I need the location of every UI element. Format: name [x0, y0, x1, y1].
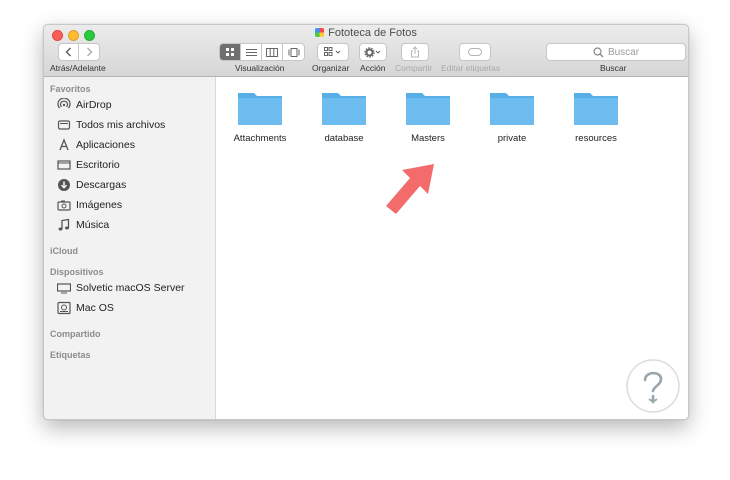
music-icon: [57, 218, 71, 232]
pictures-icon: [57, 198, 71, 212]
sidebar-item-downloads[interactable]: Descargas: [57, 177, 126, 193]
finder-window: Fototeca de Fotos Atrás/Adelante Visuali…: [43, 24, 689, 420]
applications-icon: [57, 138, 71, 152]
folder-icon: [322, 93, 366, 125]
folder-item[interactable]: database: [304, 87, 384, 144]
chevron-right-icon: [86, 47, 92, 57]
list-view-button[interactable]: [241, 44, 262, 60]
photos-library-icon: [315, 28, 325, 37]
display-icon: [57, 281, 71, 295]
view-control: [219, 43, 305, 61]
folder-name: database: [324, 133, 364, 144]
folder-icon: [238, 93, 282, 125]
gear-icon: [364, 46, 381, 58]
share-icon: [411, 46, 419, 58]
tags-label: Editar etiquetas: [441, 63, 501, 73]
folder-name: Attachments: [233, 133, 287, 144]
search-icon: [593, 46, 604, 57]
folder-name: resources: [575, 133, 617, 144]
icloud-header: iCloud: [50, 246, 78, 256]
folder-item[interactable]: resources: [556, 87, 636, 144]
toolbar: Fototeca de Fotos Atrás/Adelante Visuali…: [44, 25, 688, 77]
folder-item[interactable]: Attachments: [220, 87, 300, 144]
folder-name: private: [497, 133, 527, 144]
solvetic-logo-icon: [626, 359, 680, 413]
search-label: Buscar: [600, 63, 627, 73]
airdrop-icon: [57, 98, 71, 112]
edit-tags-button[interactable]: [459, 43, 491, 61]
favorites-header: Favoritos: [50, 84, 91, 94]
column-view-button[interactable]: [262, 44, 283, 60]
downloads-icon: [57, 178, 71, 192]
action-label: Acción: [360, 63, 386, 73]
sidebar-item-desktop[interactable]: Escritorio: [57, 157, 120, 173]
sidebar: Favoritos AirDrop Todos mis archivos Apl…: [44, 77, 216, 419]
folder-item[interactable]: Masters: [388, 87, 468, 144]
view-label: Visualización: [235, 63, 285, 73]
folder-icon: [490, 93, 534, 125]
search-field[interactable]: Buscar: [546, 43, 686, 61]
forward-button[interactable]: [79, 44, 99, 60]
folder-icon: [574, 93, 618, 125]
sidebar-item-server[interactable]: Solvetic macOS Server: [57, 280, 185, 296]
desktop-icon: [57, 158, 71, 172]
share-button[interactable]: [401, 43, 429, 61]
arrange-icon: [324, 47, 341, 56]
arrange-button[interactable]: [317, 43, 349, 61]
grid-icon: [226, 48, 234, 56]
sidebar-item-music[interactable]: Música: [57, 217, 109, 233]
all-files-icon: [57, 118, 71, 132]
chevron-left-icon: [65, 47, 71, 57]
share-label: Compartir: [395, 63, 433, 73]
shared-header: Compartido: [50, 329, 101, 339]
folder-name: Masters: [411, 133, 445, 144]
folder-icon: [406, 93, 450, 125]
nav-label: Atrás/Adelante: [50, 63, 106, 73]
sidebar-item-applications[interactable]: Aplicaciones: [57, 137, 135, 153]
disk-icon: [57, 301, 71, 315]
annotation-arrow-icon: [386, 164, 434, 214]
folder-item[interactable]: private: [472, 87, 552, 144]
columns-icon: [266, 47, 278, 57]
tag-icon: [468, 48, 482, 56]
back-forward-control: [58, 43, 100, 61]
list-icon: [245, 48, 257, 56]
search-placeholder: Buscar: [607, 46, 640, 58]
sidebar-item-mac-os[interactable]: Mac OS: [57, 300, 114, 316]
sidebar-item-airdrop[interactable]: AirDrop: [57, 97, 112, 113]
window-title: Fototeca de Fotos: [44, 27, 688, 39]
sidebar-item-all-files[interactable]: Todos mis archivos: [57, 117, 165, 133]
gallery-view-button[interactable]: [283, 44, 304, 60]
back-button[interactable]: [59, 44, 80, 60]
icon-view-button[interactable]: [220, 44, 241, 60]
organize-label: Organizar: [312, 63, 350, 73]
action-button[interactable]: [359, 43, 387, 61]
devices-header: Dispositivos: [50, 267, 104, 277]
file-browser: Attachments database Masters private res…: [216, 77, 688, 419]
cover-flow-icon: [288, 47, 299, 57]
sidebar-item-pictures[interactable]: Imágenes: [57, 197, 122, 213]
tags-header: Etiquetas: [50, 350, 91, 360]
